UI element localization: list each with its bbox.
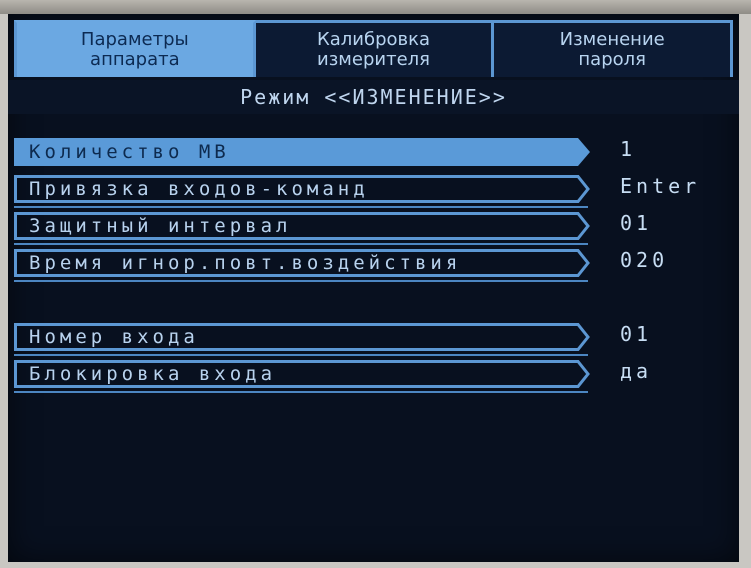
param-label: Блокировка входа xyxy=(14,360,574,388)
row-arrow-icon xyxy=(570,138,590,166)
param-value: 020 xyxy=(620,248,669,272)
mode-title: Режим <<ИЗМЕНЕНИЕ>> xyxy=(8,80,739,114)
tab-change-password[interactable]: Изменение пароля xyxy=(494,20,734,77)
row-divider xyxy=(14,391,588,393)
tab-label-line1: Изменение xyxy=(559,29,665,50)
param-value: Enter xyxy=(620,174,701,198)
tab-meter-calibration[interactable]: Калибровка измерителя xyxy=(255,20,495,77)
param-row-protection-interval[interactable]: Защитный интервал 01 xyxy=(14,211,648,245)
param-value: 01 xyxy=(620,211,653,235)
tab-label-line1: Калибровка xyxy=(316,29,431,50)
tab-device-parameters[interactable]: Параметры аппарата xyxy=(14,20,256,77)
tab-bar: Параметры аппарата Калибровка измерителя… xyxy=(14,20,734,77)
row-arrow-icon xyxy=(570,323,590,351)
row-divider xyxy=(14,243,588,245)
row-arrow-icon xyxy=(570,175,590,203)
param-row-mv-count[interactable]: Количество МВ 1 xyxy=(14,137,632,170)
row-arrow-icon xyxy=(570,212,590,240)
param-label: Защитный интервал xyxy=(14,212,574,240)
display-bezel xyxy=(0,0,751,14)
row-divider xyxy=(14,280,588,282)
row-arrow-icon xyxy=(570,360,590,388)
tab-label-line2: измерителя xyxy=(317,49,430,70)
param-label: Номер входа xyxy=(14,323,574,351)
param-label: Привязка входов-команд xyxy=(14,175,574,203)
param-label: Количество МВ xyxy=(14,138,574,166)
param-label: Время игнор.повт.воздействия xyxy=(14,249,574,277)
param-row-ignore-time[interactable]: Время игнор.повт.воздействия 020 xyxy=(14,248,664,282)
param-value: 1 xyxy=(620,137,637,161)
param-row-input-binding[interactable]: Привязка входов-команд Enter xyxy=(14,174,696,208)
tab-label-line1: Параметры xyxy=(80,29,189,50)
row-divider xyxy=(14,206,588,208)
param-row-input-number[interactable]: Номер входа 01 xyxy=(14,322,648,356)
row-arrow-icon xyxy=(570,249,590,277)
param-row-input-lock[interactable]: Блокировка входа да xyxy=(14,359,648,393)
row-divider xyxy=(14,354,588,356)
param-value: да xyxy=(620,359,653,383)
device-screen: Параметры аппарата Калибровка измерителя… xyxy=(8,14,739,562)
tab-label-line2: пароля xyxy=(578,49,646,70)
tab-label-line2: аппарата xyxy=(90,49,180,70)
param-value: 01 xyxy=(620,322,653,346)
